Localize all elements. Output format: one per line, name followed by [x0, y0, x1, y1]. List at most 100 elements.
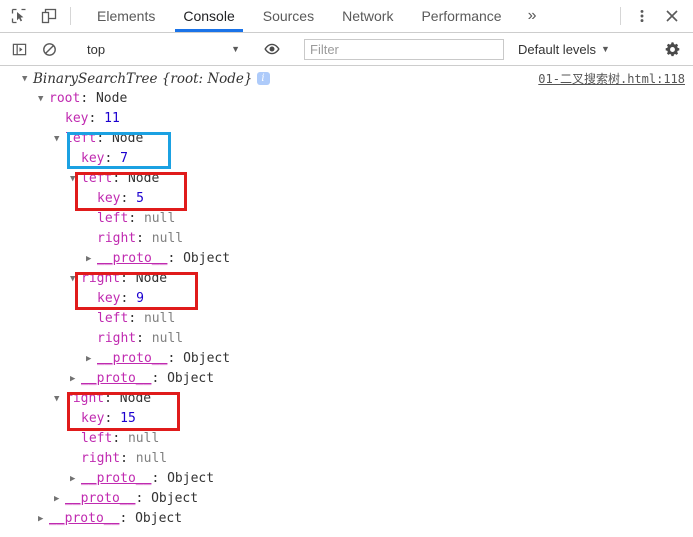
property-name: key — [81, 151, 105, 166]
console-output[interactable]: 01-二叉搜索树.html:118 ▼ BinarySearchTree {roo… — [0, 66, 693, 537]
console-tree-row: left: null — [0, 429, 693, 449]
clear-console-icon[interactable] — [34, 42, 64, 57]
property-value: 11 — [104, 111, 120, 126]
property-value: Node — [95, 91, 128, 106]
console-tree-row[interactable]: ▼ right: Node — [0, 269, 693, 289]
console-tree-row: key: 9 — [0, 289, 693, 309]
kebab-menu-icon[interactable] — [627, 0, 657, 32]
console-tree-row: key: 15 — [0, 409, 693, 429]
console-object-header[interactable]: ▼ BinarySearchTree {root: Node} i — [0, 69, 693, 89]
console-tree-row[interactable]: ▼ left: Node — [0, 129, 693, 149]
console-tree-row[interactable]: ▶ __proto__: Object — [0, 469, 693, 489]
tab-elements[interactable]: Elements — [83, 0, 169, 32]
property-separator: : — [119, 511, 136, 526]
property-name: key — [65, 111, 89, 126]
proto-property-name: __proto__ — [97, 251, 168, 266]
console-tree-row[interactable]: ▼ right: Node — [0, 389, 693, 409]
console-tree-row[interactable]: ▶ __proto__: Object — [0, 349, 693, 369]
property-separator: : — [135, 491, 152, 506]
property-value: Object — [135, 511, 183, 526]
device-toolbar-icon[interactable] — [34, 0, 64, 32]
disclosure-triangle-open-icon[interactable]: ▼ — [38, 89, 49, 109]
inspect-cursor-icon[interactable] — [4, 0, 34, 32]
property-value: null — [127, 431, 160, 446]
property-separator: : — [136, 331, 152, 346]
more-tabs-button[interactable]: » — [516, 0, 549, 32]
disclosure-triangle-open-icon[interactable]: ▼ — [70, 269, 81, 289]
chevron-down-icon-levels: ▼ — [601, 44, 610, 54]
console-tree-row[interactable]: ▶ __proto__: Object — [0, 249, 693, 269]
property-separator: : — [80, 91, 96, 106]
execution-context-selector[interactable]: top ▼ — [79, 39, 244, 60]
property-value: 7 — [120, 151, 128, 166]
property-value: null — [143, 211, 176, 226]
tab-console[interactable]: Console — [169, 0, 248, 32]
disclosure-triangle-closed-icon[interactable]: ▶ — [86, 249, 97, 269]
console-tree-row[interactable]: ▶ __proto__: Object — [0, 509, 693, 529]
console-tree-row[interactable]: ▶ __proto__: Object — [0, 489, 693, 509]
property-separator: : — [96, 131, 112, 146]
disclosure-triangle-open-icon[interactable]: ▼ — [22, 69, 33, 89]
property-separator: : — [167, 351, 184, 366]
toolbar-divider-right — [620, 7, 621, 25]
disclosure-triangle-open-icon[interactable]: ▼ — [54, 389, 65, 409]
console-tree-row: right: null — [0, 449, 693, 469]
filter-input[interactable]: Filter — [304, 38, 504, 60]
info-icon[interactable]: i — [256, 72, 270, 85]
tabbar-spacer — [549, 0, 614, 32]
close-icon[interactable] — [657, 0, 687, 32]
tab-sources[interactable]: Sources — [249, 0, 328, 32]
disclosure-triangle-closed-icon[interactable]: ▶ — [54, 489, 65, 509]
disclosure-triangle-open-icon[interactable]: ▼ — [70, 169, 81, 189]
disclosure-triangle-closed-icon[interactable]: ▶ — [86, 349, 97, 369]
console-tree-row: key: 5 — [0, 189, 693, 209]
property-separator: : — [128, 211, 144, 226]
property-name: left — [81, 431, 113, 446]
gear-icon[interactable] — [657, 41, 687, 58]
proto-property-name: __proto__ — [81, 371, 152, 386]
property-value: Object — [151, 491, 199, 506]
console-tree-row: right: null — [0, 229, 693, 249]
property-name: left — [97, 211, 129, 226]
console-sidebar-toggle-icon[interactable] — [4, 42, 34, 57]
log-levels-selector[interactable]: Default levels ▼ — [518, 42, 610, 57]
console-tree-row[interactable]: ▼ root: Node — [0, 89, 693, 109]
object-preview-text: BinarySearchTree {root: Node} — [33, 71, 253, 87]
property-value: Node — [127, 171, 160, 186]
property-value: Object — [183, 251, 231, 266]
console-tree-row[interactable]: ▶ __proto__: Object — [0, 369, 693, 389]
devtools-tabbar: Elements Console Sources Network Perform… — [0, 0, 693, 33]
property-name: right — [97, 331, 137, 346]
property-name: key — [97, 191, 121, 206]
disclosure-triangle-open-icon[interactable]: ▼ — [54, 129, 65, 149]
property-separator: : — [151, 471, 168, 486]
property-value: 15 — [120, 411, 136, 426]
console-object-tree: ▼ BinarySearchTree {root: Node} i ▼ root: No… — [0, 66, 693, 529]
property-separator: : — [136, 231, 152, 246]
proto-property-name: __proto__ — [65, 491, 136, 506]
live-expression-eye-icon[interactable] — [257, 41, 287, 57]
tab-network[interactable]: Network — [328, 0, 407, 32]
disclosure-triangle-closed-icon[interactable]: ▶ — [70, 469, 81, 489]
devtools-window: Elements Console Sources Network Perform… — [0, 0, 693, 537]
tabbar-right-controls — [614, 0, 693, 32]
property-value: Object — [167, 471, 215, 486]
console-tree-row: right: null — [0, 329, 693, 349]
property-name: root — [49, 91, 81, 106]
tab-performance[interactable]: Performance — [407, 0, 515, 32]
disclosure-triangle-closed-icon[interactable]: ▶ — [38, 509, 49, 529]
proto-property-name: __proto__ — [97, 351, 168, 366]
property-value: Node — [135, 271, 168, 286]
proto-property-name: __proto__ — [81, 471, 152, 486]
disclosure-triangle-closed-icon[interactable]: ▶ — [70, 369, 81, 389]
console-tree-row[interactable]: ▼ left: Node — [0, 169, 693, 189]
